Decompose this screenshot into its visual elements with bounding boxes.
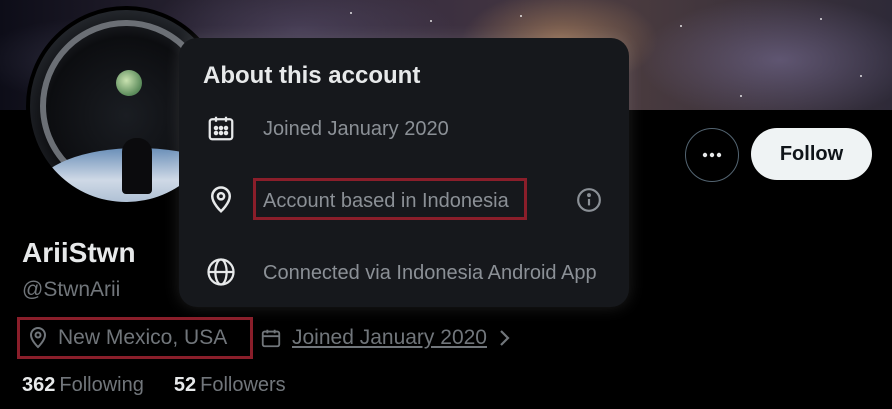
avatar-silhouette	[122, 138, 152, 194]
following-label: Following	[59, 374, 144, 396]
location-highlight: New Mexico, USA	[17, 317, 253, 359]
following-count: 362	[22, 374, 56, 396]
calendar-icon	[261, 329, 281, 348]
more-options-button[interactable]	[685, 128, 739, 182]
followers-count: 52	[173, 374, 197, 396]
follow-stats: 362 Following 52 Followers	[22, 374, 286, 397]
more-icon	[702, 152, 722, 158]
chevron-right-icon[interactable]	[497, 327, 513, 349]
user-handle: @StwnArii	[22, 278, 121, 301]
follow-button[interactable]: Follow	[751, 128, 872, 180]
joined-date-link[interactable]: Joined January 2020	[292, 326, 487, 350]
location-pin-icon	[203, 182, 239, 218]
popup-joined-text: Joined January 2020	[263, 118, 449, 140]
avatar-planet	[116, 70, 142, 96]
calendar-icon	[203, 110, 239, 146]
joined-row[interactable]: Joined January 2020	[260, 322, 513, 354]
popup-title: About this account	[203, 62, 421, 89]
popup-row-based	[203, 182, 239, 218]
popup-based-text: Account based in Indonesia	[263, 190, 509, 212]
followers-label: Followers	[200, 374, 286, 396]
following-stat[interactable]: 362 Following	[22, 374, 144, 397]
about-account-popup: About this account Joined January 2020 A…	[179, 38, 629, 307]
popup-row-connected	[203, 254, 239, 290]
info-icon[interactable]	[575, 186, 603, 214]
followers-stat[interactable]: 52 Followers	[174, 374, 286, 397]
popup-connected-text: Connected via Indonesia Android App	[263, 262, 597, 284]
location-text: New Mexico, USA	[58, 326, 228, 349]
display-name: AriiStwn	[22, 237, 136, 268]
location-pin-icon	[29, 327, 47, 349]
globe-icon	[203, 254, 239, 290]
popup-row-joined	[203, 110, 239, 146]
